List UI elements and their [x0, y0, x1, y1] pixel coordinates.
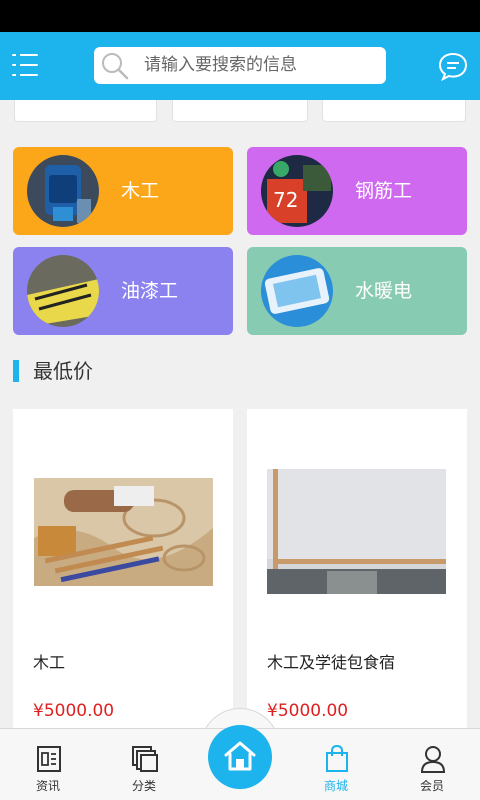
news-icon: [37, 746, 61, 772]
tab-label: 会员: [419, 779, 444, 793]
product-name: 木工及学徒包食宿: [267, 653, 396, 672]
category-label: 钢筋工: [355, 180, 413, 202]
category-icon: [132, 746, 158, 772]
category-thumbnail: [27, 155, 99, 227]
category-thumbnail: 72: [261, 155, 333, 227]
product-name: 木工: [33, 653, 66, 672]
partial-card[interactable]: [322, 100, 466, 122]
product-price: ¥5000.00: [33, 701, 115, 721]
tab-mall[interactable]: 商城: [288, 729, 384, 800]
category-plumbing-electric[interactable]: 水暖电: [247, 247, 467, 335]
search-input[interactable]: 请输入要搜索的信息: [144, 47, 297, 84]
message-icon[interactable]: [437, 50, 469, 82]
partial-card[interactable]: [172, 100, 308, 122]
top-bar: 请输入要搜索的信息: [0, 32, 480, 100]
search-box[interactable]: 请输入要搜索的信息: [94, 47, 386, 84]
section-marker: [13, 360, 19, 382]
tab-category[interactable]: 分类: [96, 729, 192, 800]
category-thumbnail: [27, 255, 99, 327]
product-image: [267, 469, 446, 594]
category-painting[interactable]: 油漆工: [13, 247, 233, 335]
product-card[interactable]: 木工及学徒包食宿 ¥5000.00: [247, 409, 467, 729]
category-label: 油漆工: [121, 280, 179, 302]
category-carpentry[interactable]: 木工: [13, 147, 233, 235]
member-icon: [420, 746, 446, 773]
tab-member[interactable]: 会员: [384, 729, 480, 800]
status-bar: [0, 0, 480, 32]
svg-text:72: 72: [273, 188, 298, 212]
menu-icon[interactable]: [12, 52, 40, 78]
tab-label: 分类: [131, 779, 156, 793]
product-card[interactable]: 木工 ¥5000.00: [13, 409, 233, 729]
product-price: ¥5000.00: [267, 701, 349, 721]
category-label: 木工: [121, 180, 160, 202]
tab-label: 商城: [323, 779, 348, 793]
partial-card[interactable]: [14, 100, 157, 122]
section-title: 最低价: [33, 359, 93, 383]
category-label: 水暖电: [355, 280, 413, 302]
home-icon: [224, 741, 256, 771]
tab-news[interactable]: 资讯: [0, 729, 96, 800]
tab-label: 资讯: [35, 779, 60, 793]
home-button[interactable]: [208, 725, 272, 789]
category-rebar[interactable]: 72 钢筋工: [247, 147, 467, 235]
shopping-bag-icon: [326, 745, 348, 772]
search-icon: [102, 53, 129, 80]
partial-row: [0, 100, 480, 122]
category-thumbnail: [261, 255, 333, 327]
product-image: [34, 478, 213, 586]
